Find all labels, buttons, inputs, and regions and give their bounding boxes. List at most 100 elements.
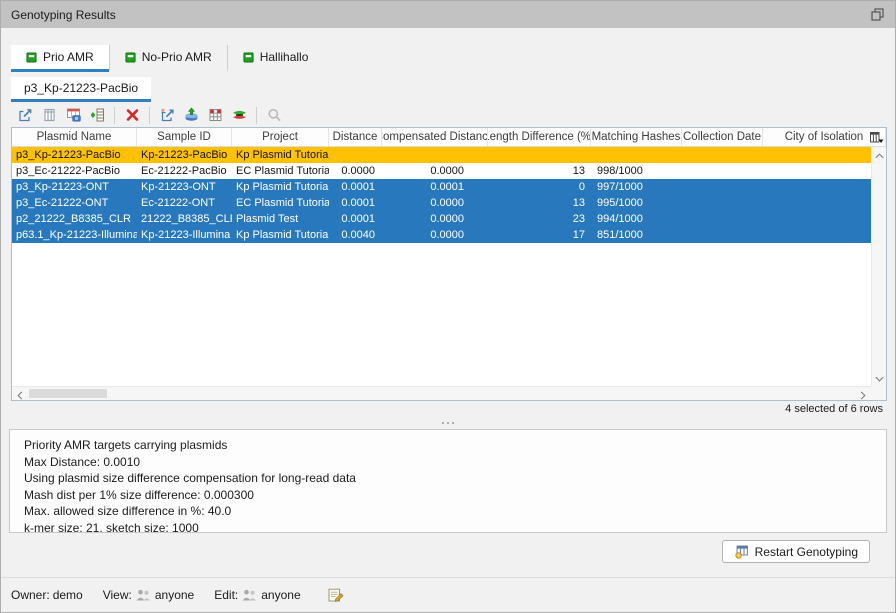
- column-header-matching-hashes[interactable]: Matching Hashes: [591, 128, 682, 146]
- tab-prio-amr[interactable]: Prio AMR: [11, 45, 109, 72]
- cell-matching-hashes: 995/1000: [591, 195, 682, 211]
- view-permission-group[interactable]: View: anyone: [103, 588, 195, 602]
- column-header-city-of-isolation[interactable]: City of Isolation: [763, 128, 886, 146]
- cell-sample-id: 21222_B8385_CLR: [137, 211, 232, 227]
- table-row-p3-ec-21222-pacbio[interactable]: p3_Ec-21222-PacBioEc-21222-PacBioEC Plas…: [12, 163, 871, 179]
- window-title: Genotyping Results: [11, 8, 116, 22]
- scroll-left-icon[interactable]: [14, 388, 26, 399]
- cell-compensated-distance: 0.0001: [382, 179, 488, 195]
- table-properties-icon: [207, 107, 224, 123]
- edit-label: Edit:: [214, 588, 238, 602]
- export-image-button[interactable]: [13, 105, 37, 126]
- people-icon: [135, 588, 152, 602]
- tab-green-icon: [125, 52, 136, 63]
- table-snapshot-icon: [65, 107, 82, 123]
- table-snapshot-button[interactable]: [61, 105, 85, 126]
- cell-project: EC Plasmid Tutorial: [232, 163, 329, 179]
- tab-label: Hallihallo: [260, 50, 309, 64]
- table-row-p2-21222-b8385-clr[interactable]: p2_21222_B8385_CLR21222_B8385_CLRPlasmid…: [12, 211, 871, 227]
- column-header-compensated-distance[interactable]: Compensated Distance: [382, 128, 488, 146]
- tab-no-prio-amr[interactable]: No-Prio AMR: [109, 45, 227, 72]
- toolbar: [13, 104, 286, 126]
- cell-project: Kp Plasmid Tutorial: [232, 147, 329, 163]
- tab-label: No-Prio AMR: [142, 50, 212, 64]
- edit-value: anyone: [261, 588, 300, 602]
- cell-compensated-distance: 0.0000: [382, 227, 488, 243]
- cell-plasmid-name: p2_21222_B8385_CLR: [12, 211, 137, 227]
- cell-distance: 0.0001: [329, 211, 382, 227]
- splitter-handle[interactable]: [1, 419, 895, 426]
- view-value: anyone: [155, 588, 194, 602]
- table-header-row: Plasmid NameSample IDProjectDistanceComp…: [12, 128, 886, 147]
- table-row-p3-kp-21223-pacbio[interactable]: p3_Kp-21223-PacBioKp-21223-PacBioKp Plas…: [12, 147, 871, 163]
- tab-green-icon: [26, 52, 37, 63]
- search-button[interactable]: [262, 105, 286, 126]
- cell-city-of-isolation: [763, 147, 871, 163]
- cell-sample-id: Kp-21223-ONT: [137, 179, 232, 195]
- info-line: Mash dist per 1% size difference: 0.0003…: [24, 487, 872, 504]
- vertical-scrollbar[interactable]: [871, 147, 886, 386]
- restart-genotyping-icon: [734, 544, 749, 559]
- cell-length-difference: 13: [488, 195, 591, 211]
- genotyping-results-window: Genotyping Results Prio AMR No-Prio AMR Ha…: [0, 0, 896, 613]
- cell-collection-date: [682, 163, 763, 179]
- delete-selection-button[interactable]: [120, 105, 144, 126]
- cell-length-difference: [488, 147, 591, 163]
- info-line: k-mer size: 21, sketch size: 1000: [24, 520, 872, 534]
- column-header-sample-id[interactable]: Sample ID: [137, 128, 232, 146]
- info-panel: Priority AMR targets carrying plasmids Ma…: [9, 429, 887, 533]
- subtab-p3-kp-21223-pacbio[interactable]: p3_Kp-21223-PacBio: [11, 77, 151, 102]
- info-line: Priority AMR targets carrying plasmids: [24, 437, 872, 454]
- cell-project: Plasmid Test: [232, 211, 329, 227]
- align-compare-icon: [231, 107, 248, 123]
- cell-distance: 0.0000: [329, 163, 382, 179]
- cell-sample-id: Ec-21222-ONT: [137, 195, 232, 211]
- table-properties-button[interactable]: [203, 105, 227, 126]
- column-header-collection-date[interactable]: Collection Date: [682, 128, 763, 146]
- column-header-project[interactable]: Project: [232, 128, 329, 146]
- upload-database-button[interactable]: [179, 105, 203, 126]
- tab-green-icon: [243, 52, 254, 63]
- results-table: Plasmid NameSample IDProjectDistanceComp…: [11, 127, 887, 401]
- column-header-distance[interactable]: Distance: [329, 128, 382, 146]
- info-line: Using plasmid size difference compensati…: [24, 470, 872, 487]
- edit-permission-group[interactable]: Edit: anyone: [214, 588, 300, 602]
- column-header-plasmid-name[interactable]: Plasmid Name: [12, 128, 137, 146]
- column-header-length-difference[interactable]: Length Difference (%): [488, 128, 591, 146]
- cell-distance: 0.0001: [329, 179, 382, 195]
- cell-compensated-distance: [382, 147, 488, 163]
- cell-city-of-isolation: [763, 227, 871, 243]
- table-row-p3-ec-21222-ont[interactable]: p3_Ec-21222-ONTEc-21222-ONTEC Plasmid Tu…: [12, 195, 871, 211]
- delete-icon: [124, 107, 141, 123]
- copy-table-icon: [41, 107, 58, 123]
- column-picker-icon[interactable]: [869, 130, 884, 145]
- restart-genotyping-button[interactable]: Restart Genotyping: [722, 540, 870, 563]
- owner-group: Owner: demo: [11, 588, 83, 602]
- cell-city-of-isolation: [763, 163, 871, 179]
- owner-label: Owner:: [11, 588, 50, 602]
- main-tabs: Prio AMR No-Prio AMR Hallihallo: [11, 45, 323, 72]
- scroll-right-icon[interactable]: [857, 388, 869, 399]
- table-row-p3-kp-21223-ont[interactable]: p3_Kp-21223-ONTKp-21223-ONTKp Plasmid Tu…: [12, 179, 871, 195]
- scroll-down-icon[interactable]: [874, 372, 885, 384]
- cell-plasmid-name: p3_Kp-21223-ONT: [12, 179, 137, 195]
- sample-subtabs: p3_Kp-21223-PacBio: [11, 77, 151, 102]
- tab-hallihallo[interactable]: Hallihallo: [227, 45, 324, 72]
- float-window-icon[interactable]: [870, 7, 885, 22]
- align-compare-button[interactable]: [227, 105, 251, 126]
- table-row-p63-1-kp-21223-illumina[interactable]: p63.1_Kp-21223-IlluminaKp-21223-Illumina…: [12, 227, 871, 243]
- cell-matching-hashes: 851/1000: [591, 227, 682, 243]
- scroll-up-icon[interactable]: [874, 149, 885, 161]
- horizontal-scrollbar[interactable]: [12, 386, 871, 400]
- add-to-database-button[interactable]: [85, 105, 109, 126]
- cell-collection-date: [682, 227, 763, 243]
- cell-collection-date: [682, 179, 763, 195]
- edit-note-icon[interactable]: [327, 587, 344, 603]
- export-image-icon: [17, 107, 34, 123]
- cell-sample-id: Kp-21223-PacBio: [137, 147, 232, 163]
- cell-compensated-distance: 0.0000: [382, 195, 488, 211]
- copy-table-button[interactable]: [37, 105, 61, 126]
- horizontal-scrollbar-thumb[interactable]: [29, 389, 107, 398]
- cell-matching-hashes: [591, 147, 682, 163]
- export-report-button[interactable]: [155, 105, 179, 126]
